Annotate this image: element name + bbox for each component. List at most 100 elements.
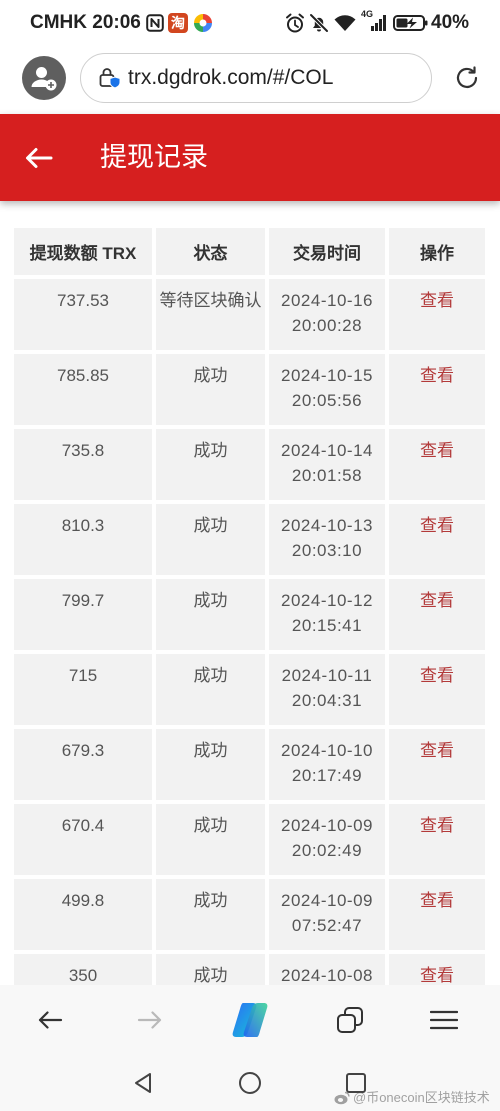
amount-cell: 737.53 (14, 279, 152, 350)
forward-arrow-icon (137, 1011, 162, 1029)
table-body: 737.53 等待区块确认 2024-10-16 20:00:28 查看 785.85 成功… (14, 279, 486, 1025)
transaction-time: 20:17:49 (291, 766, 363, 785)
view-details-link[interactable]: 查看 (420, 813, 454, 838)
tabs-icon (337, 1007, 363, 1033)
back-button[interactable] (30, 985, 70, 1055)
table-header-row: 提现数额 TRX 状态 交易时间 操作 (14, 228, 486, 275)
view-details-link[interactable]: 查看 (420, 438, 454, 463)
battery-icon (393, 15, 428, 31)
time-cell: 2024-10-11 20:04:31 (269, 654, 385, 725)
table-row: 499.8 成功 2024-10-09 07:52:47 查看 (14, 879, 486, 950)
signal-icon (371, 15, 386, 31)
view-details-link[interactable]: 查看 (420, 888, 454, 913)
view-details-link[interactable]: 查看 (420, 738, 454, 763)
page-title: 提现记录 (100, 142, 208, 172)
time-cell: 2024-10-15 20:05:56 (269, 354, 385, 425)
forward-button[interactable] (130, 985, 170, 1055)
withdrawal-records-table: 提现数额 TRX 状态 交易时间 操作 737.53 等待区块确认 2024-10-… (14, 228, 486, 1025)
phone-screen: CMHK 20:06 淘 4G 40% trx.dgdrok.com/#/COL… (0, 0, 500, 1111)
amount-cell: 670.4 (14, 804, 152, 875)
view-details-link[interactable]: 查看 (420, 663, 454, 688)
taobao-icon: 淘 (168, 13, 188, 33)
copilot-button[interactable] (226, 985, 274, 1055)
status-cell: 成功 (156, 654, 265, 725)
carrier-and-clock: CMHK 20:06 (30, 11, 141, 35)
view-details-link[interactable]: 查看 (420, 288, 454, 313)
url-text: trx.dgdrok.com/#/COL (128, 66, 334, 89)
amount-cell: 810.3 (14, 504, 152, 575)
status-cell: 成功 (156, 804, 265, 875)
profile-avatar-icon[interactable] (22, 56, 66, 100)
transaction-time: 20:04:31 (291, 691, 363, 710)
amount-value: 679.3 (61, 741, 105, 760)
site-security-icon[interactable] (98, 66, 122, 90)
menu-icon (430, 1010, 458, 1030)
amount-value: 670.4 (61, 816, 105, 835)
table-row: 735.8 成功 2024-10-14 20:01:58 查看 (14, 429, 486, 500)
view-details-link[interactable]: 查看 (420, 363, 454, 388)
back-arrow-icon (38, 1011, 63, 1029)
mute-bell-icon (309, 13, 329, 33)
table-row: 679.3 成功 2024-10-10 20:17:49 查看 (14, 729, 486, 800)
status-value: 成功 (193, 891, 228, 910)
status-cell: 成功 (156, 579, 265, 650)
action-cell: 查看 (389, 879, 485, 950)
amount-value: 810.3 (61, 516, 105, 535)
status-cell: 成功 (156, 879, 265, 950)
wifi-icon (334, 15, 356, 31)
time-cell: 2024-10-12 20:15:41 (269, 579, 385, 650)
column-header-action: 操作 (389, 228, 485, 275)
transaction-time: 20:15:41 (291, 616, 363, 635)
transaction-date: 2024-10-11 (281, 666, 373, 685)
status-cell: 成功 (156, 504, 265, 575)
system-back-button[interactable] (128, 1055, 158, 1111)
transaction-date: 2024-10-16 (281, 291, 373, 310)
table-row: 799.7 成功 2024-10-12 20:15:41 查看 (14, 579, 486, 650)
amount-cell: 499.8 (14, 879, 152, 950)
transaction-date: 2024-10-09 (281, 816, 373, 835)
tabs-button[interactable] (333, 985, 367, 1055)
status-value: 成功 (193, 591, 228, 610)
time-cell: 2024-10-10 20:17:49 (269, 729, 385, 800)
system-home-button[interactable] (235, 1055, 265, 1111)
table-row: 785.85 成功 2024-10-15 20:05:56 查看 (14, 354, 486, 425)
url-field[interactable]: trx.dgdrok.com/#/COL (80, 53, 432, 103)
transaction-date: 2024-10-14 (281, 441, 373, 460)
taobao-glyph: 淘 (171, 15, 185, 31)
menu-button[interactable] (428, 985, 460, 1055)
refresh-icon[interactable] (453, 64, 481, 92)
view-details-link[interactable]: 查看 (420, 588, 454, 613)
status-cell: 成功 (156, 354, 265, 425)
action-cell: 查看 (389, 729, 485, 800)
transaction-date: 2024-10-10 (281, 741, 373, 760)
amount-cell: 679.3 (14, 729, 152, 800)
nav-back-icon (135, 1073, 151, 1093)
table-row: 670.4 成功 2024-10-09 20:02:49 查看 (14, 804, 486, 875)
browser-toolbar (0, 985, 500, 1055)
transaction-time: 20:01:58 (291, 466, 363, 485)
column-header-status: 状态 (156, 228, 265, 275)
column-header-amount: 提现数额 TRX (14, 228, 152, 275)
watermark: @币onecoin区块链技术 (334, 1090, 490, 1106)
amount-value: 735.8 (61, 441, 105, 460)
amount-cell: 735.8 (14, 429, 152, 500)
nfc-icon (146, 14, 164, 32)
arrow-left-icon[interactable] (24, 146, 54, 170)
status-cell: 成功 (156, 429, 265, 500)
amount-value: 737.53 (57, 291, 109, 310)
weibo-logo-icon (334, 1091, 350, 1105)
status-value: 成功 (193, 516, 228, 535)
time-cell: 2024-10-09 20:02:49 (269, 804, 385, 875)
page-header: 提现记录 (0, 114, 500, 201)
browser-address-bar: trx.dgdrok.com/#/COL (0, 46, 500, 114)
status-value: 等待区块确认 (159, 291, 262, 310)
view-details-link[interactable]: 查看 (420, 513, 454, 538)
amount-value: 499.8 (61, 891, 105, 910)
table-row: 810.3 成功 2024-10-13 20:03:10 查看 (14, 504, 486, 575)
action-cell: 查看 (389, 504, 485, 575)
transaction-time: 20:03:10 (291, 541, 363, 560)
nav-home-icon (239, 1072, 261, 1094)
pinwheel-app-icon (194, 14, 212, 32)
transaction-time: 20:02:49 (291, 841, 363, 860)
time-cell: 2024-10-09 07:52:47 (269, 879, 385, 950)
